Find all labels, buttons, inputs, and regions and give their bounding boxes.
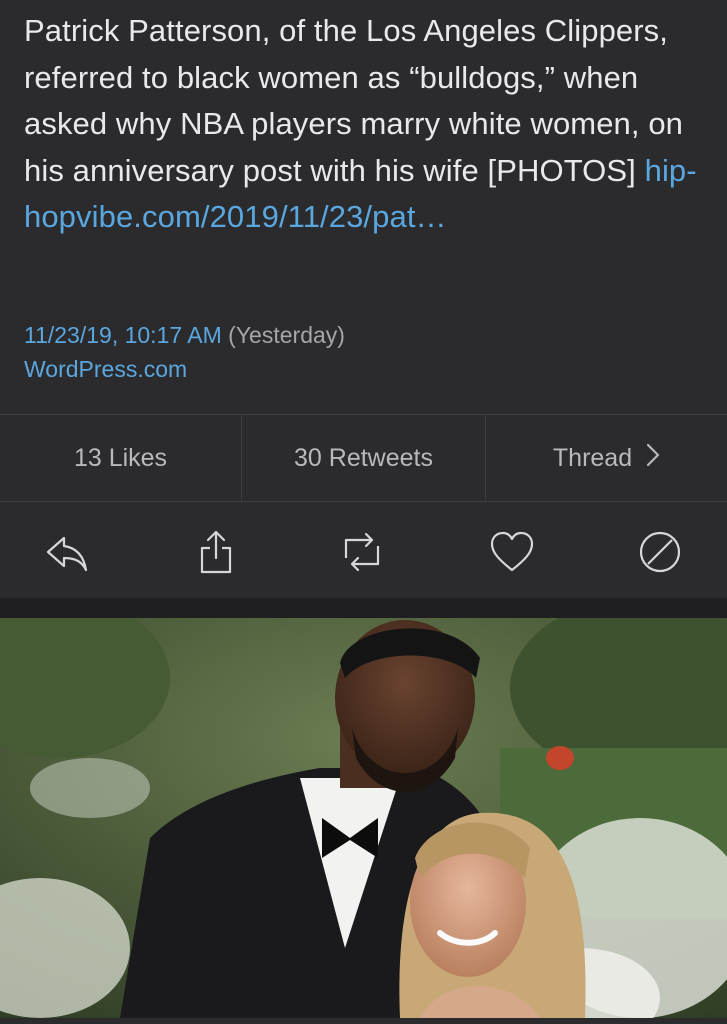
action-bar <box>0 502 727 598</box>
retweets-label: 30 Retweets <box>294 443 433 472</box>
like-icon[interactable] <box>488 528 536 576</box>
section-gap <box>0 598 727 618</box>
likes-label: 13 Likes <box>73 443 168 472</box>
tweet-timestamp[interactable]: 11/23/19, 10:17 AM <box>24 322 222 348</box>
thread-button[interactable]: Thread <box>486 415 727 501</box>
tweet-body: Patrick Patterson, of the Los Angeles Cl… <box>0 0 727 414</box>
retweets-count[interactable]: 30 Retweets <box>242 415 486 501</box>
chevron-right-icon <box>646 443 660 474</box>
tweet-relative-time: (Yesterday) <box>228 322 345 348</box>
bottom-bar <box>0 1018 727 1024</box>
share-icon[interactable] <box>192 528 240 576</box>
tweet-text: Patrick Patterson, of the Los Angeles Cl… <box>24 8 704 241</box>
tweet-photo[interactable] <box>0 618 727 1018</box>
stats-bar: 13 Likes 30 Retweets Thread <box>0 415 727 501</box>
likes-count[interactable]: 13 Likes <box>0 415 242 501</box>
tweet-meta: 11/23/19, 10:17 AM (Yesterday) WordPress… <box>24 318 345 386</box>
block-icon[interactable] <box>636 528 684 576</box>
photo-illustration <box>0 618 727 1018</box>
tweet-text-content: Patrick Patterson, of the Los Angeles Cl… <box>24 13 684 188</box>
retweet-icon[interactable] <box>338 528 386 576</box>
thread-label: Thread <box>552 443 633 472</box>
reply-icon[interactable] <box>42 528 90 576</box>
tweet-source[interactable]: WordPress.com <box>24 352 345 386</box>
